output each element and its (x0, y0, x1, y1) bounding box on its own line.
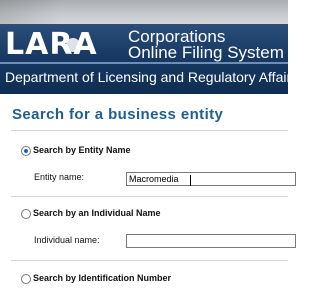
divider (11, 196, 288, 197)
divider (11, 130, 288, 131)
radio-label-identification-number[interactable]: Search by Identification Number (33, 273, 171, 283)
radio-button-entity-name[interactable] (21, 146, 31, 156)
radio-button-identification-number[interactable] (21, 274, 31, 284)
site-banner: LARA Corporations Online Filing System D… (0, 24, 288, 94)
banner-divider (0, 62, 288, 64)
individual-name-input[interactable] (126, 234, 296, 248)
radio-label-individual-name[interactable]: Search by an Individual Name (33, 208, 161, 218)
divider (11, 260, 288, 261)
lara-logo: LARA (5, 27, 98, 62)
entity-name-label: Entity name: (34, 172, 85, 182)
page-title: Search for a business entity (12, 106, 224, 123)
individual-name-label: Individual name: (34, 235, 100, 245)
text-caret (190, 175, 191, 186)
top-strip-shade (0, 0, 60, 24)
radio-button-individual-name[interactable] (21, 209, 31, 219)
browser-top-strip (0, 0, 288, 24)
system-title: Corporations Online Filing System (128, 28, 284, 62)
radio-label-entity-name[interactable]: Search by Entity Name (33, 145, 131, 155)
michigan-seal-icon (66, 38, 80, 52)
entity-name-input[interactable] (126, 172, 296, 186)
department-name: Department of Licensing and Regulatory A… (5, 69, 288, 85)
system-title-line2: Online Filing System (128, 43, 284, 62)
